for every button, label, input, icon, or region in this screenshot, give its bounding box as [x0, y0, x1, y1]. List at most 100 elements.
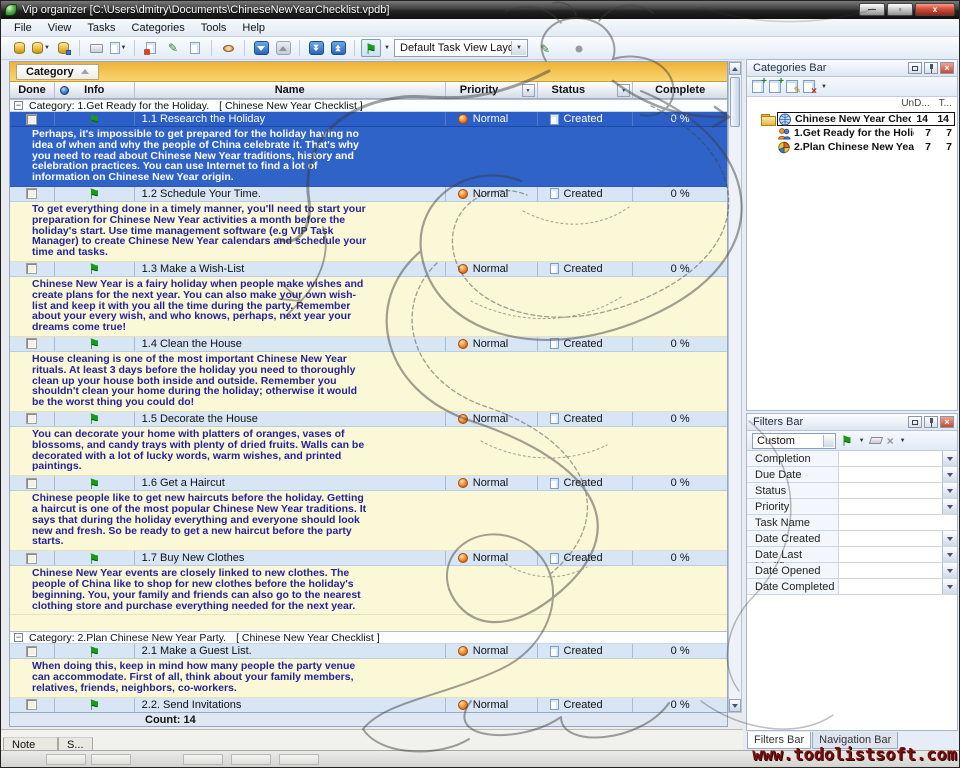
done-checkbox[interactable] [26, 338, 37, 349]
filter-value-field[interactable] [839, 531, 942, 546]
dropdown-arrow-icon[interactable] [942, 531, 957, 546]
maximize-button[interactable]: ▫ [887, 3, 913, 16]
dropdown-arrow-icon[interactable] [942, 499, 957, 514]
chevron-down-icon[interactable]: ▼ [511, 41, 526, 55]
done-checkbox[interactable] [26, 699, 37, 710]
task-row[interactable]: ⚑ 1.6 Get a Haircut Normal Created 0 % [10, 476, 727, 491]
vertical-scrollbar[interactable] [728, 61, 742, 713]
dropdown-arrow-icon[interactable] [942, 547, 957, 562]
tree-item-root[interactable]: Chinese New Year Checklist 14 14 [747, 112, 957, 126]
edit-category-icon[interactable] [786, 80, 798, 93]
edit-layout-button[interactable]: ✎ [535, 40, 555, 58]
minimize-button[interactable]: — [859, 3, 885, 16]
column-complete[interactable]: Complete [633, 82, 727, 98]
task-row[interactable]: ⚑ 1.1 Research the Holiday Normal Create… [10, 112, 727, 127]
print-button[interactable] [86, 39, 106, 57]
column-done[interactable]: Done [10, 82, 55, 98]
flag-filter-button[interactable]: ⚑ [361, 39, 381, 57]
save-database-button[interactable] [53, 39, 73, 57]
column-status[interactable]: Status▼ [538, 82, 634, 98]
group-by-category-button[interactable]: Category [16, 64, 99, 80]
dropdown-arrow-icon[interactable] [942, 483, 957, 498]
column-name[interactable]: Name [135, 82, 446, 98]
tree-item-category-2[interactable]: 2.Plan Chinese New Year Pa 7 7 [747, 140, 957, 154]
done-checkbox[interactable] [26, 646, 37, 657]
dropdown-arrow-icon[interactable] [942, 467, 957, 482]
menu-file[interactable]: File [6, 20, 40, 36]
task-name[interactable]: 1.5 Decorate the House [135, 412, 446, 426]
task-name[interactable]: 1.2 Schedule Your Time. [135, 187, 446, 201]
filter-dropdown-icon[interactable]: ▼ [522, 84, 535, 97]
close-button[interactable]: x [915, 3, 955, 16]
task-view-layout-combo[interactable]: Default Task View Layout ▼ [394, 39, 528, 57]
panel-pin-button[interactable] [924, 416, 938, 428]
menu-tools[interactable]: Tools [193, 20, 235, 36]
scroll-down-button[interactable] [729, 699, 741, 712]
task-name[interactable]: 2.1 Make a Guest List. [135, 644, 446, 658]
panel-restore-button[interactable] [908, 416, 922, 428]
filter-value-field[interactable] [839, 451, 942, 466]
tree-item-category-1[interactable]: 1.Get Ready for the Holiday 7 7 [747, 126, 957, 140]
new-database-button[interactable] [9, 39, 29, 57]
clear-filter-icon[interactable] [868, 437, 882, 444]
done-checkbox[interactable] [26, 263, 37, 274]
menu-help[interactable]: Help [234, 20, 273, 36]
collapse-icon[interactable]: − [14, 101, 23, 110]
task-name[interactable]: 2.2. Send Invitations [135, 698, 446, 712]
print-preview-button[interactable]: ▼ [108, 39, 128, 57]
scrollbar-thumb[interactable] [730, 77, 740, 127]
filter-value-field[interactable] [839, 579, 942, 594]
done-checkbox[interactable] [26, 478, 37, 489]
delete-filter-icon[interactable]: × [887, 434, 894, 448]
add-subcategory-icon[interactable] [769, 80, 781, 93]
task-name[interactable]: 1.1 Research the Holiday [135, 112, 446, 126]
menu-tasks[interactable]: Tasks [79, 20, 123, 36]
filter-value-field[interactable] [839, 467, 942, 482]
filter-value-field[interactable] [839, 547, 942, 562]
panel-restore-button[interactable] [908, 62, 922, 74]
filter-value-field[interactable] [839, 483, 942, 498]
task-row[interactable]: ⚑ 1.7 Buy New Clothes Normal Created 0 % [10, 551, 727, 566]
scroll-up-button[interactable] [729, 62, 741, 75]
task-name[interactable]: 1.7 Buy New Clothes [135, 551, 446, 565]
filter-value-field[interactable] [839, 499, 942, 514]
done-checkbox[interactable] [26, 413, 37, 424]
task-row[interactable]: ⚑ 1.4 Clean the House Normal Created 0 % [10, 337, 727, 352]
dropdown-arrow-icon[interactable] [942, 563, 957, 578]
edit-task-button[interactable]: ✎ [163, 39, 183, 57]
expand-all-button[interactable] [306, 39, 326, 57]
menu-categories[interactable]: Categories [124, 20, 193, 36]
done-checkbox[interactable] [26, 553, 37, 564]
dropdown-arrow-icon[interactable] [942, 579, 957, 594]
delete-category-icon[interactable] [803, 80, 815, 93]
filter-value-field[interactable] [839, 515, 957, 530]
title-bar[interactable]: Vip organizer [C:\Users\dmitry\Documents… [1, 1, 959, 19]
panel-pin-button[interactable] [924, 62, 938, 74]
task-name[interactable]: 1.3 Make a Wish-List [135, 262, 446, 276]
collapse-icon[interactable]: − [14, 633, 23, 642]
done-checkbox[interactable] [26, 188, 37, 199]
filter-value-field[interactable] [839, 563, 942, 578]
apply-filter-icon[interactable]: ⚑ [841, 435, 853, 446]
task-row[interactable]: ⚑ 2.2. Send Invitations Normal Created 0… [10, 698, 727, 712]
collapse-all-button[interactable] [328, 39, 348, 57]
task-name[interactable]: 1.4 Clean the House [135, 337, 446, 351]
new-task-button[interactable] [141, 39, 161, 57]
group-row-1[interactable]: − Category: 1.Get Ready for the Holiday.… [10, 99, 727, 112]
task-row[interactable]: ⚑ 1.3 Make a Wish-List Normal Created 0 … [10, 262, 727, 277]
duplicate-task-button[interactable] [185, 39, 205, 57]
task-row[interactable]: ⚑ 1.5 Decorate the House Normal Created … [10, 412, 727, 427]
move-up-button[interactable] [273, 39, 293, 57]
panel-close-button[interactable]: × [940, 416, 954, 428]
done-checkbox[interactable] [26, 114, 37, 125]
task-row[interactable]: ⚑ 1.2 Schedule Your Time. Normal Created… [10, 187, 727, 202]
task-row[interactable]: ⚑ 2.1 Make a Guest List. Normal Created … [10, 644, 727, 659]
column-info[interactable]: Info [55, 82, 135, 98]
group-row-2[interactable]: − Category: 2.Plan Chinese New Year Part… [10, 631, 727, 644]
open-database-button[interactable]: ▼ [31, 39, 51, 57]
move-down-button[interactable] [251, 39, 271, 57]
menu-view[interactable]: View [40, 20, 80, 36]
add-category-icon[interactable] [752, 80, 764, 93]
view-notes-button[interactable] [218, 39, 238, 57]
panel-close-button[interactable]: × [940, 62, 954, 74]
